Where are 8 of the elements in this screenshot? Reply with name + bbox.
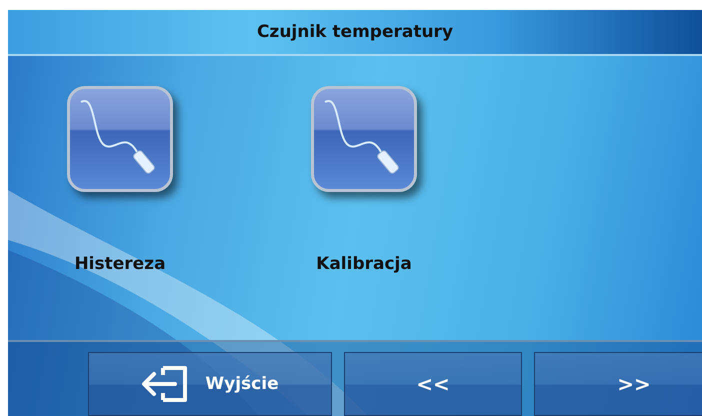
nav-button[interactable]: >> <box>534 352 702 416</box>
screen-title: Czujnik temperatury <box>256 22 454 42</box>
tile-label: Kalibracja <box>316 254 412 274</box>
tile-label: Histereza <box>74 254 166 274</box>
sensor-tile-button[interactable] <box>311 86 417 192</box>
exit-button[interactable]: Wyjście <box>88 352 332 416</box>
sensor-tile-button[interactable] <box>67 86 173 192</box>
nav-button[interactable]: << <box>344 352 522 416</box>
